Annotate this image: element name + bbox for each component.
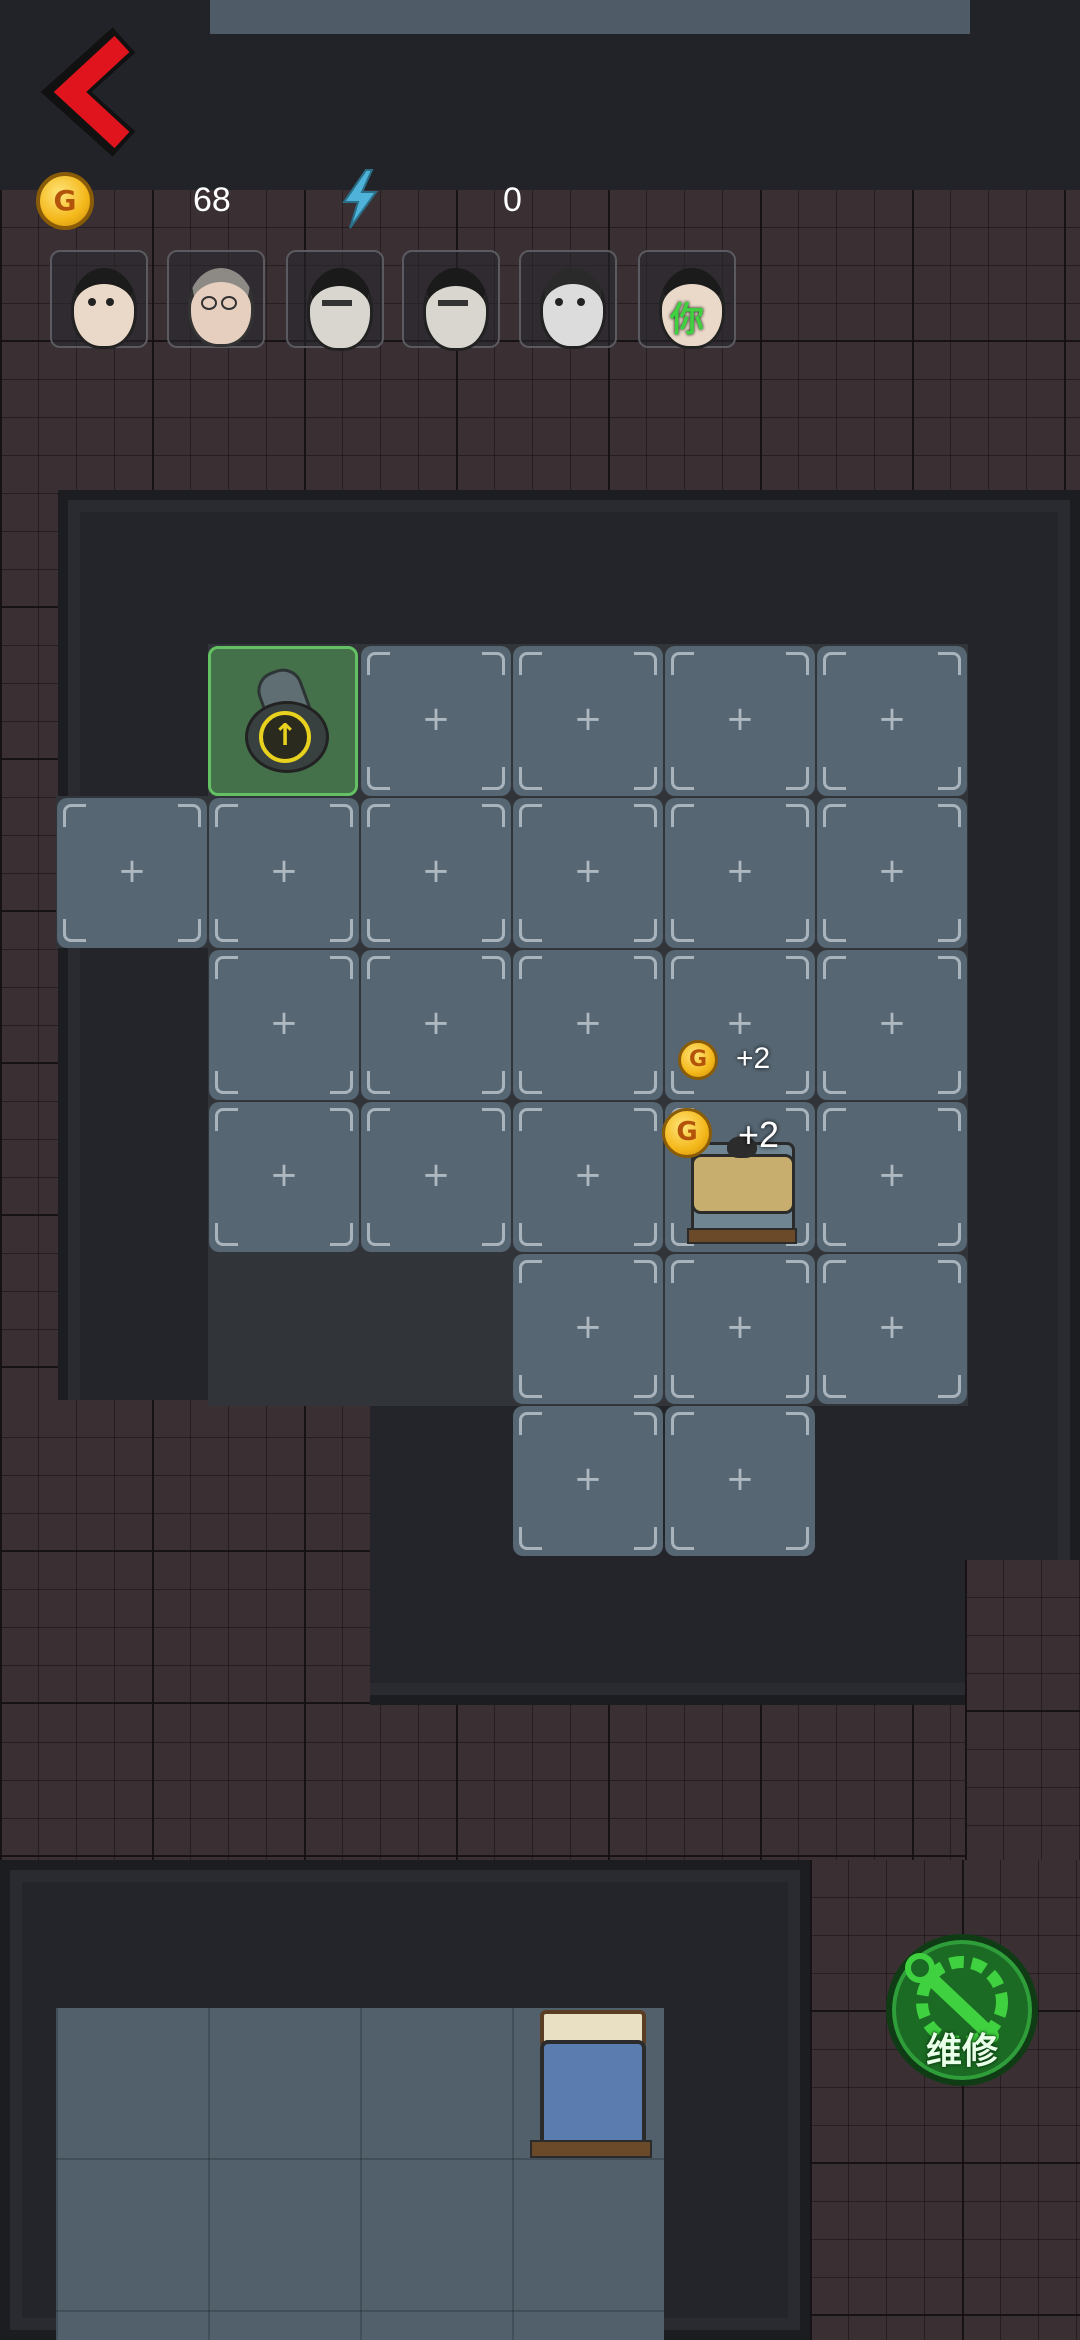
build-slot[interactable]: + [361,798,511,948]
player-avatar[interactable] [50,250,148,349]
build-slot[interactable]: + [665,646,815,796]
build-slot[interactable]: + [513,1406,663,1556]
build-slot[interactable]: + [57,798,207,948]
arrow-up-icon[interactable]: ↑ [259,711,311,763]
build-slot[interactable]: + [209,950,359,1100]
reward-amount: +2 [736,1042,771,1075]
gold-coin-icon: G [36,172,94,230]
player-avatar[interactable] [286,250,384,351]
repair-label: 维修 [925,2031,998,2072]
build-slot[interactable]: + [513,950,663,1100]
chevron-left-icon [40,27,136,157]
build-slot[interactable]: + [361,646,511,796]
you-marker: 你 [670,300,704,340]
lightning-icon [336,168,384,230]
gold-coin-icon: G [678,1040,718,1080]
build-slot[interactable]: + [817,950,967,1100]
bed-icon[interactable] [530,2010,652,2160]
build-slot[interactable]: + [209,798,359,948]
reward-popup: G +2 [678,1038,788,1082]
build-slot[interactable]: + [817,646,967,796]
player-avatar-you[interactable]: 你 [638,250,736,349]
build-slot[interactable]: + [513,798,663,948]
build-slot[interactable]: + [665,1254,815,1404]
build-slot[interactable]: + [361,950,511,1100]
player-avatar[interactable] [167,250,265,348]
build-slot[interactable]: + [665,798,815,948]
upgrade-turret[interactable]: ↑ [239,663,329,775]
build-slot[interactable]: + [817,798,967,948]
energy-value: 0 [503,181,522,219]
back-button[interactable] [36,26,146,157]
reward-popup: G +2 [662,1108,792,1160]
reward-amount: +2 [738,1114,780,1155]
repair-button[interactable]: 维修 [886,1934,1038,2086]
build-slot[interactable]: + [513,1254,663,1404]
selected-tile[interactable]: ↑ [208,646,358,796]
build-slot[interactable]: + [513,646,663,796]
player-avatar[interactable] [402,250,500,351]
build-slot[interactable]: + [817,1254,967,1404]
gold-coin-icon: G [662,1108,712,1158]
build-slot[interactable]: + [209,1102,359,1252]
build-slot[interactable]: + [513,1102,663,1252]
build-slot[interactable]: + [361,1102,511,1252]
build-slot[interactable]: + [665,1406,815,1556]
build-slot[interactable]: + [817,1102,967,1252]
gold-value: 68 [193,181,231,219]
player-avatar[interactable] [519,250,617,349]
